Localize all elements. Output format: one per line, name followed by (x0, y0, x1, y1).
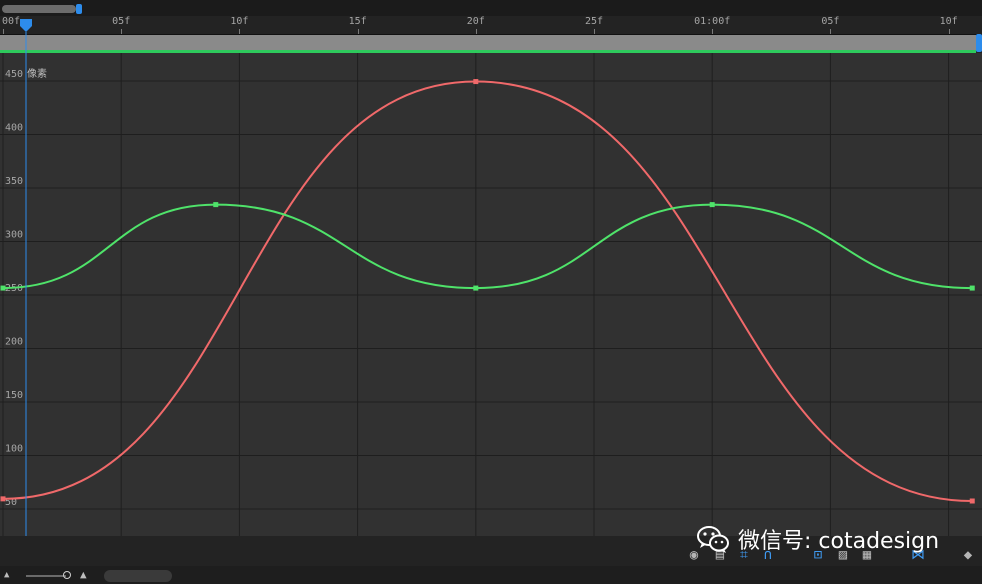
y-axis-label: 300 (5, 230, 23, 241)
y-axis-label: 100 (5, 444, 23, 455)
y-axis-label: 350 (5, 176, 23, 187)
ruler-label: 10f (230, 16, 249, 27)
ruler-label: 10f (939, 16, 958, 27)
ruler-tick (948, 29, 950, 34)
keyframe-point[interactable] (213, 202, 219, 208)
value-graph[interactable]: 45040035030025020015010050像素 (0, 53, 982, 536)
zoom-slider[interactable] (26, 575, 66, 577)
keyframe-point[interactable] (473, 79, 479, 85)
ruler-label: 05f (112, 16, 131, 27)
watermark: 微信号: cotadesign (696, 522, 978, 556)
layer-out-handle[interactable] (976, 34, 982, 52)
work-area-bar[interactable] (2, 5, 76, 13)
ruler-tick (830, 29, 832, 34)
top-scrollbar[interactable] (0, 0, 982, 16)
ruler-tick (3, 29, 4, 34)
wechat-logo-icon (697, 526, 729, 553)
graph-editor[interactable]: 450 400 350 300 250 200 150 100 50 像素 (0, 53, 982, 536)
y-axis-label: 450 (5, 69, 23, 80)
ruler-tick (121, 29, 123, 34)
unit-label: 像素 (27, 67, 47, 80)
ruler-label: 25f (584, 16, 604, 27)
ruler-label: 05f (821, 16, 840, 27)
ruler-label: 00f (1, 16, 21, 27)
time-ruler[interactable]: 00f 05f 10f 15f 20f 25f 01:00f 05f 10f (0, 16, 982, 35)
ruler-tick (239, 29, 241, 34)
ruler-label: 20f (466, 16, 485, 27)
y-axis-label: 200 (5, 337, 23, 348)
series-curve[interactable] (2, 80, 973, 502)
keyframe-point[interactable] (709, 202, 715, 208)
y-axis-label: 400 (5, 123, 23, 134)
zoom-slider-knob[interactable] (63, 571, 71, 579)
work-area-handle[interactable] (76, 4, 82, 14)
keyframe-point[interactable] (0, 285, 6, 291)
ruler-label: 15f (348, 16, 367, 27)
zoom-out-icon[interactable]: ▲ (4, 570, 9, 580)
y-axis-label: 150 (5, 390, 23, 401)
zoom-in-icon[interactable]: ▲ (80, 568, 87, 581)
series-curve[interactable] (2, 203, 973, 290)
layer-duration-bar[interactable] (0, 35, 976, 50)
watermark-text: 微信号: cotadesign (738, 529, 940, 554)
ruler-tick (594, 29, 595, 34)
playhead-head[interactable] (20, 19, 32, 32)
keyframe-point[interactable] (473, 285, 479, 291)
horizontal-scrollbar[interactable] (104, 570, 172, 582)
ruler-tick (712, 29, 714, 34)
playhead-marker[interactable] (19, 18, 33, 54)
ruler-tick (475, 29, 477, 34)
keyframe-point[interactable] (969, 498, 975, 504)
ruler-tick (357, 29, 359, 34)
ruler-label: 01:00f (694, 16, 731, 27)
keyframe-point[interactable] (0, 496, 6, 502)
keyframe-point[interactable] (969, 285, 975, 291)
